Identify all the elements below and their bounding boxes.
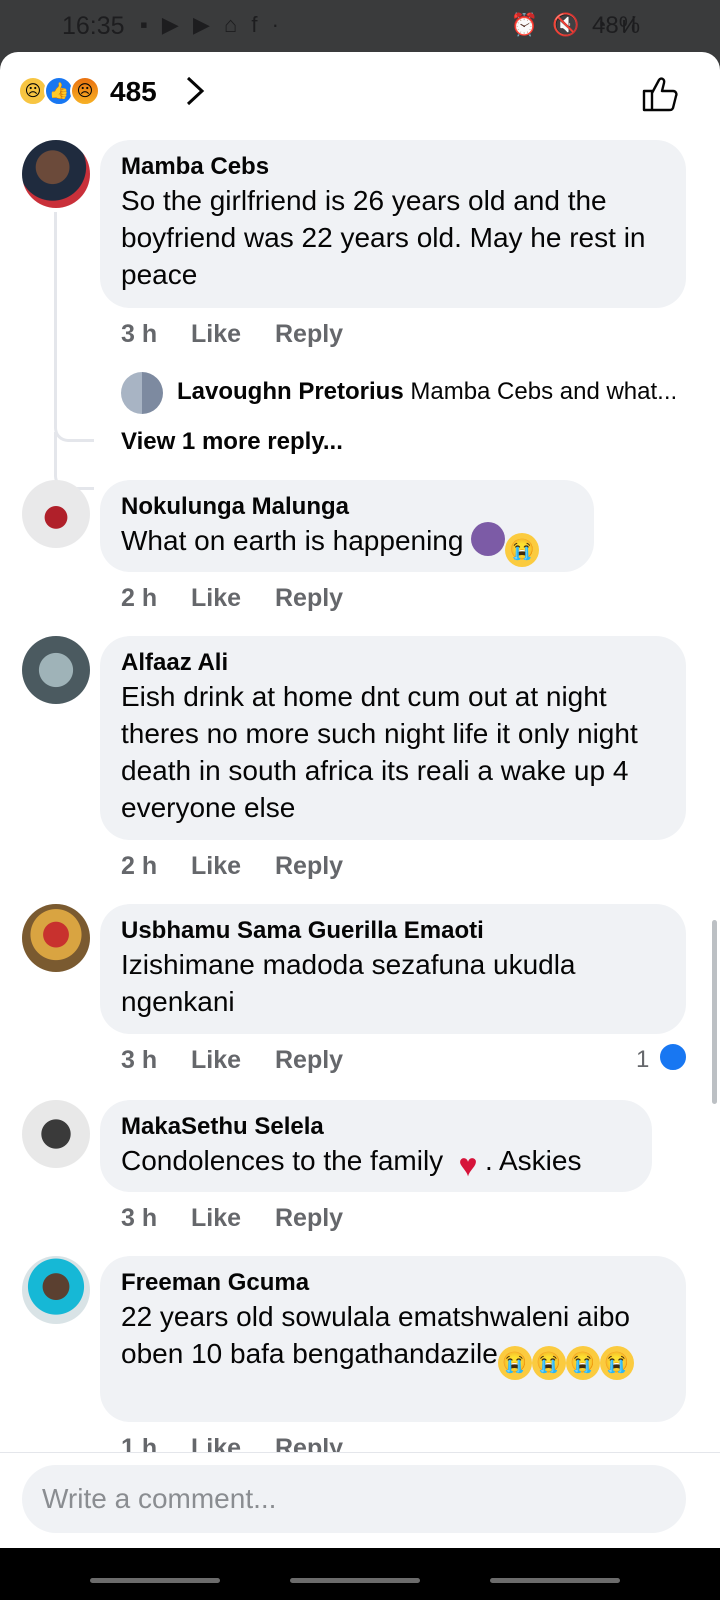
reply-button[interactable]: Reply — [275, 320, 343, 349]
like-button[interactable]: Like — [191, 320, 275, 349]
comment-author[interactable]: Mamba Cebs — [121, 152, 666, 182]
comment-text: What on earth is happening — [121, 525, 464, 556]
avatar[interactable] — [22, 636, 90, 704]
comment-actions: 3 h Like Reply — [121, 1204, 343, 1233]
comment-time: 3 h — [121, 1204, 158, 1232]
comment-composer — [0, 1452, 720, 1548]
comment-time: 3 h — [121, 1046, 158, 1074]
comment-author[interactable]: MakaSethu Selela — [121, 1112, 632, 1142]
avatar[interactable] — [22, 1256, 90, 1324]
reply-snippet: Mamba Cebs and what... — [410, 378, 678, 405]
comment-text-suffix: . Askies — [484, 1145, 582, 1176]
comment-bubble[interactable]: Mamba Cebs So the girlfriend is 26 years… — [100, 140, 686, 308]
avatar[interactable] — [22, 1100, 90, 1168]
scrollbar[interactable] — [712, 920, 717, 1104]
system-nav-bar — [0, 1548, 720, 1600]
comment-author[interactable]: Nokulunga Malunga — [121, 492, 574, 522]
thread-line — [54, 212, 57, 422]
reply-preview-text: Lavoughn Pretorius Mamba Cebs and what..… — [177, 378, 697, 406]
comment-time: 2 h — [121, 584, 158, 612]
comments-sheet: ☹ 👍 ☹ 485 Mamba Cebs So the girlfriend i… — [0, 52, 720, 1548]
thumbs-up-icon[interactable] — [640, 74, 680, 114]
reactions-header[interactable]: ☹ 👍 ☹ 485 — [0, 52, 720, 134]
home-nav-button[interactable] — [290, 1578, 420, 1583]
crying-face-emoji-icon: 😭 — [565, 1346, 600, 1380]
comment-actions: 3 h Like Reply — [121, 1046, 343, 1075]
crying-face-emoji-icon: 😭 — [599, 1346, 634, 1380]
avatar[interactable] — [22, 480, 90, 548]
like-button[interactable]: Like — [191, 1204, 275, 1233]
comment-like-count[interactable]: 1 — [636, 1046, 649, 1074]
like-button[interactable]: Like — [191, 584, 275, 613]
comment-time: 2 h — [121, 852, 158, 880]
reply-button[interactable]: Reply — [275, 852, 343, 881]
comment-text-row: What on earth is happening 😭 — [121, 522, 574, 567]
comment-bubble[interactable]: Alfaaz Ali Eish drink at home dnt cum ou… — [100, 636, 686, 840]
view-more-replies-link[interactable]: View 1 more reply... — [121, 428, 343, 456]
reply-button[interactable]: Reply — [275, 584, 343, 613]
comment-actions: 2 h Like Reply — [121, 584, 343, 613]
avatar[interactable] — [22, 140, 90, 208]
like-badge-icon — [658, 1042, 688, 1072]
comment-author[interactable]: Alfaaz Ali — [121, 648, 666, 678]
status-time: 16:35 — [62, 12, 125, 40]
comment-input[interactable] — [22, 1465, 686, 1533]
status-bar: 16:35 ▪ ▶ ▶ ⌂ f · ⏰ 🔇 ◔ ıl 48% — [0, 0, 720, 52]
person-gesturing-no-emoji-icon — [471, 522, 506, 556]
reaction-count: 485 — [110, 76, 157, 107]
recents-nav-button[interactable] — [90, 1578, 220, 1583]
comment-bubble[interactable]: Nokulunga Malunga What on earth is happe… — [100, 480, 594, 572]
back-nav-button[interactable] — [490, 1578, 620, 1583]
angry-reaction-icon: ☹ — [70, 76, 100, 106]
reply-button[interactable]: Reply — [275, 1204, 343, 1233]
comment-bubble[interactable]: Freeman Gcuma 22 years old sowulala emat… — [100, 1256, 686, 1422]
like-button[interactable]: Like — [191, 852, 275, 881]
broken-heart-emoji-icon: ♥ — [458, 1147, 478, 1183]
reply-button[interactable]: Reply — [275, 1046, 343, 1075]
comment-text-row: 22 years old sowulala ematshwaleni aibo … — [121, 1298, 666, 1380]
comment-time: 3 h — [121, 320, 158, 348]
comment-author[interactable]: Freeman Gcuma — [121, 1268, 666, 1298]
comment-actions: 3 h Like Reply — [121, 320, 343, 349]
comment-text: So the girlfriend is 26 years old and th… — [121, 185, 646, 290]
crying-face-emoji-icon: 😭 — [505, 533, 540, 567]
avatar[interactable] — [121, 372, 163, 414]
comment-text: Condolences to the family — [121, 1145, 444, 1176]
battery-level: 48% — [592, 12, 641, 39]
comment-text-row: Condolences to the family ♥. Askies — [121, 1142, 632, 1182]
reply-preview[interactable]: Lavoughn Pretorius Mamba Cebs and what..… — [121, 372, 701, 414]
chevron-right-icon[interactable] — [180, 74, 210, 108]
crying-face-emoji-icon: 😭 — [497, 1346, 532, 1380]
comment-bubble[interactable]: Usbhamu Sama Guerilla Emaoti Izishimane … — [100, 904, 686, 1034]
avatar[interactable] — [22, 904, 90, 972]
crying-face-emoji-icon: 😭 — [531, 1346, 566, 1380]
comment-author[interactable]: Usbhamu Sama Guerilla Emaoti — [121, 916, 666, 946]
comment-actions: 2 h Like Reply — [121, 852, 343, 881]
like-button[interactable]: Like — [191, 1046, 275, 1075]
comment-bubble[interactable]: MakaSethu Selela Condolences to the fami… — [100, 1100, 652, 1192]
comment-text: Izishimane madoda sezafuna ukudla ngenka… — [121, 949, 576, 1017]
reply-author[interactable]: Lavoughn Pretorius — [177, 378, 404, 405]
notification-icons: ▪ ▶ ▶ ⌂ f · — [140, 12, 283, 37]
comment-text: Eish drink at home dnt cum out at night … — [121, 681, 638, 823]
